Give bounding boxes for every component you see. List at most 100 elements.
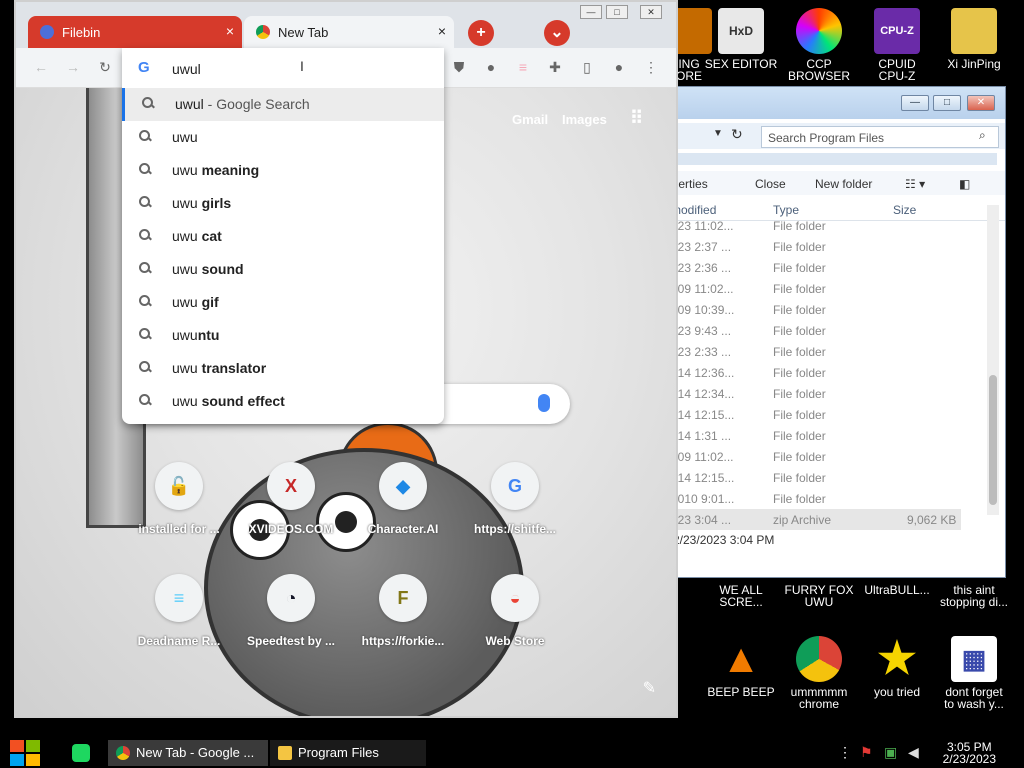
omnibox-text[interactable]: uwul	[172, 61, 201, 77]
table-row[interactable]: /2023 2:36 ... File folder	[661, 257, 961, 278]
shortcut-tile[interactable]: Ghttps://shitfe...	[460, 462, 570, 536]
maximize-button[interactable]: □	[606, 5, 628, 19]
tab-new-tab[interactable]: New Tab ×	[244, 16, 454, 48]
flag-extension-icon[interactable]: ≡	[514, 58, 532, 76]
taskbar-chrome-button[interactable]: New Tab - Google ...	[108, 740, 268, 766]
close-tab-icon[interactable]: ×	[226, 23, 234, 39]
desktop-icon[interactable]: FURRY FOX UWU	[782, 584, 856, 608]
network-tray-icon[interactable]: ▣	[884, 744, 897, 761]
dropdown-arrow-icon[interactable]: ▼	[713, 128, 723, 139]
account-icon[interactable]: ●	[610, 58, 628, 76]
profile-extension-icon[interactable]: ●	[482, 58, 500, 76]
desktop-icon[interactable]: ummmmm chrome	[782, 636, 856, 710]
explorer-address-bar: ▼ ↻ Search Program Files ⌕	[661, 123, 1005, 149]
table-row[interactable]: /2023 11:02... File folder	[661, 215, 961, 236]
desktop-icon[interactable]: ★ you tried	[860, 636, 934, 699]
extensions-puzzle-icon[interactable]: ✚	[546, 58, 564, 76]
table-row[interactable]: /2023 9:43 ... File folder	[661, 320, 961, 341]
shortcut-tile[interactable]: ◔ Speedtest by ...	[236, 574, 346, 648]
ublock-extension-icon[interactable]: ⛊	[450, 58, 468, 76]
shortcut-tile[interactable]: ◒ Web Store	[460, 574, 570, 648]
table-row[interactable]: /2023 2:33 ... File folder	[661, 341, 961, 362]
table-row[interactable]: /2014 12:15... File folder	[661, 467, 961, 488]
table-row[interactable]: /2014 12:15... File folder	[661, 404, 961, 425]
omnibox-suggestion[interactable]: uwu sound effect	[122, 385, 444, 418]
suggestion-suffix: meaning	[197, 162, 260, 178]
gmail-link[interactable]: Gmail	[512, 112, 548, 127]
volume-tray-icon[interactable]: ◀	[908, 744, 919, 761]
table-row[interactable]: 1/2010 9:01... File folder	[661, 488, 961, 509]
shortcut-tile[interactable]: ◆ Character.AI	[348, 462, 458, 536]
spotify-icon[interactable]	[72, 744, 90, 762]
omnibox-suggestion[interactable]: uwuntu	[122, 319, 444, 352]
shortcut-label: Web Store	[485, 634, 545, 648]
refresh-icon[interactable]: ↻	[731, 126, 743, 143]
microphone-icon[interactable]	[538, 394, 550, 412]
table-row[interactable]: /2023 3:04 ... zip Archive 9,062 KB	[661, 509, 961, 530]
tab-search-button[interactable]: ⌄	[544, 20, 570, 46]
explorer-scrollbar[interactable]	[987, 205, 999, 515]
shortcut-tile[interactable]: X XVIDEOS.COM	[236, 462, 346, 536]
suggestion-text: uwu sound effect	[172, 393, 285, 409]
desktop-icon[interactable]: CCP BROWSER	[782, 8, 856, 82]
reload-icon[interactable]: ↻	[96, 58, 114, 76]
scrollbar-thumb[interactable]	[989, 375, 997, 505]
suggestion-text: uwu meaning	[172, 162, 259, 178]
folder-user-icon	[951, 8, 997, 54]
menu-kebab-icon[interactable]: ⋮	[642, 58, 660, 76]
table-row[interactable]: /2023 2:37 ... File folder	[661, 236, 961, 257]
omnibox-suggestion[interactable]: uwu cat	[122, 220, 444, 253]
omnibox-suggestion[interactable]: uwu translator	[122, 352, 444, 385]
omnibox-suggestion[interactable]: uwu meaning	[122, 154, 444, 187]
start-button[interactable]	[10, 740, 42, 766]
explorer-close-button[interactable]: ✕	[967, 95, 995, 111]
new-folder-button[interactable]: New folder	[815, 177, 872, 191]
omnibox-suggestion[interactable]: uwu sound	[122, 253, 444, 286]
shortcut-tile[interactable]: ≡ Deadname R...	[124, 574, 234, 648]
preview-pane-icon[interactable]: ◧	[959, 177, 970, 191]
close-window-button[interactable]: ✕	[640, 5, 662, 19]
shortcut-tile[interactable]: 🔓 installed for ...	[124, 462, 234, 536]
desktop-icon[interactable]: WE ALL SCRE...	[704, 584, 778, 608]
omnibox-suggestion[interactable]: uwul - Google Search	[122, 88, 444, 121]
table-row[interactable]: /2014 1:31 ... File folder	[661, 425, 961, 446]
apps-grid-icon[interactable]: ⠿	[630, 108, 643, 129]
omnibox-suggestion[interactable]: uwu girls	[122, 187, 444, 220]
minimize-button[interactable]: —	[580, 5, 602, 19]
explorer-minimize-button[interactable]: —	[901, 95, 929, 111]
forward-icon[interactable]: →	[64, 58, 82, 76]
omnibox-input[interactable]: G uwul I	[122, 48, 444, 88]
search-icon[interactable]: ⌕	[979, 128, 986, 143]
table-row[interactable]: /2014 12:36... File folder	[661, 362, 961, 383]
desktop-icon[interactable]: Xi JinPing	[937, 8, 1011, 70]
view-options-icon[interactable]: ☷ ▾	[905, 177, 925, 191]
desktop-icon[interactable]: this aint stopping di...	[937, 584, 1011, 608]
close-button[interactable]: Close	[755, 177, 786, 191]
table-row[interactable]: /2014 12:34... File folder	[661, 383, 961, 404]
table-row[interactable]: /2009 11:02... File folder	[661, 278, 961, 299]
taskbar-explorer-button[interactable]: Program Files	[270, 740, 426, 766]
desktop-icon[interactable]: HxD SEX EDITOR	[704, 8, 778, 70]
table-row[interactable]: /2009 11:02... File folder	[661, 446, 961, 467]
shortcut-tile[interactable]: Fhttps://forkie...	[348, 574, 458, 648]
omnibox-suggestion[interactable]: uwu gif	[122, 286, 444, 319]
tab-filebin[interactable]: Filebin ×	[28, 16, 242, 48]
side-panel-icon[interactable]: ▯	[578, 58, 596, 76]
table-row[interactable]: /2009 10:39... File folder	[661, 299, 961, 320]
customize-pencil-icon[interactable]: ✎	[643, 678, 656, 698]
clock[interactable]: 3:05 PM 2/23/2023	[943, 741, 996, 765]
explorer-search-input[interactable]: Search Program Files	[761, 126, 999, 148]
desktop-icon[interactable]: ▦ dont forget to wash y...	[937, 636, 1011, 710]
explorer-maximize-button[interactable]: □	[933, 95, 961, 111]
back-icon[interactable]: ←	[32, 58, 50, 76]
desktop-icon[interactable]: CPU-Z CPUID CPU-Z	[860, 8, 934, 82]
desktop-icon[interactable]: ▲ BEEP BEEP	[704, 636, 778, 698]
images-link[interactable]: Images	[562, 112, 607, 127]
search-icon	[138, 327, 152, 341]
omnibox-suggestion[interactable]: uwu	[122, 121, 444, 154]
new-tab-button[interactable]: +	[468, 20, 494, 46]
close-tab-icon[interactable]: ×	[438, 23, 446, 39]
tray-overflow-icon[interactable]: ⋮	[838, 744, 852, 761]
desktop-icon[interactable]: UltraBULL...	[860, 584, 934, 596]
flag-tray-icon[interactable]: ⚑	[860, 744, 873, 761]
